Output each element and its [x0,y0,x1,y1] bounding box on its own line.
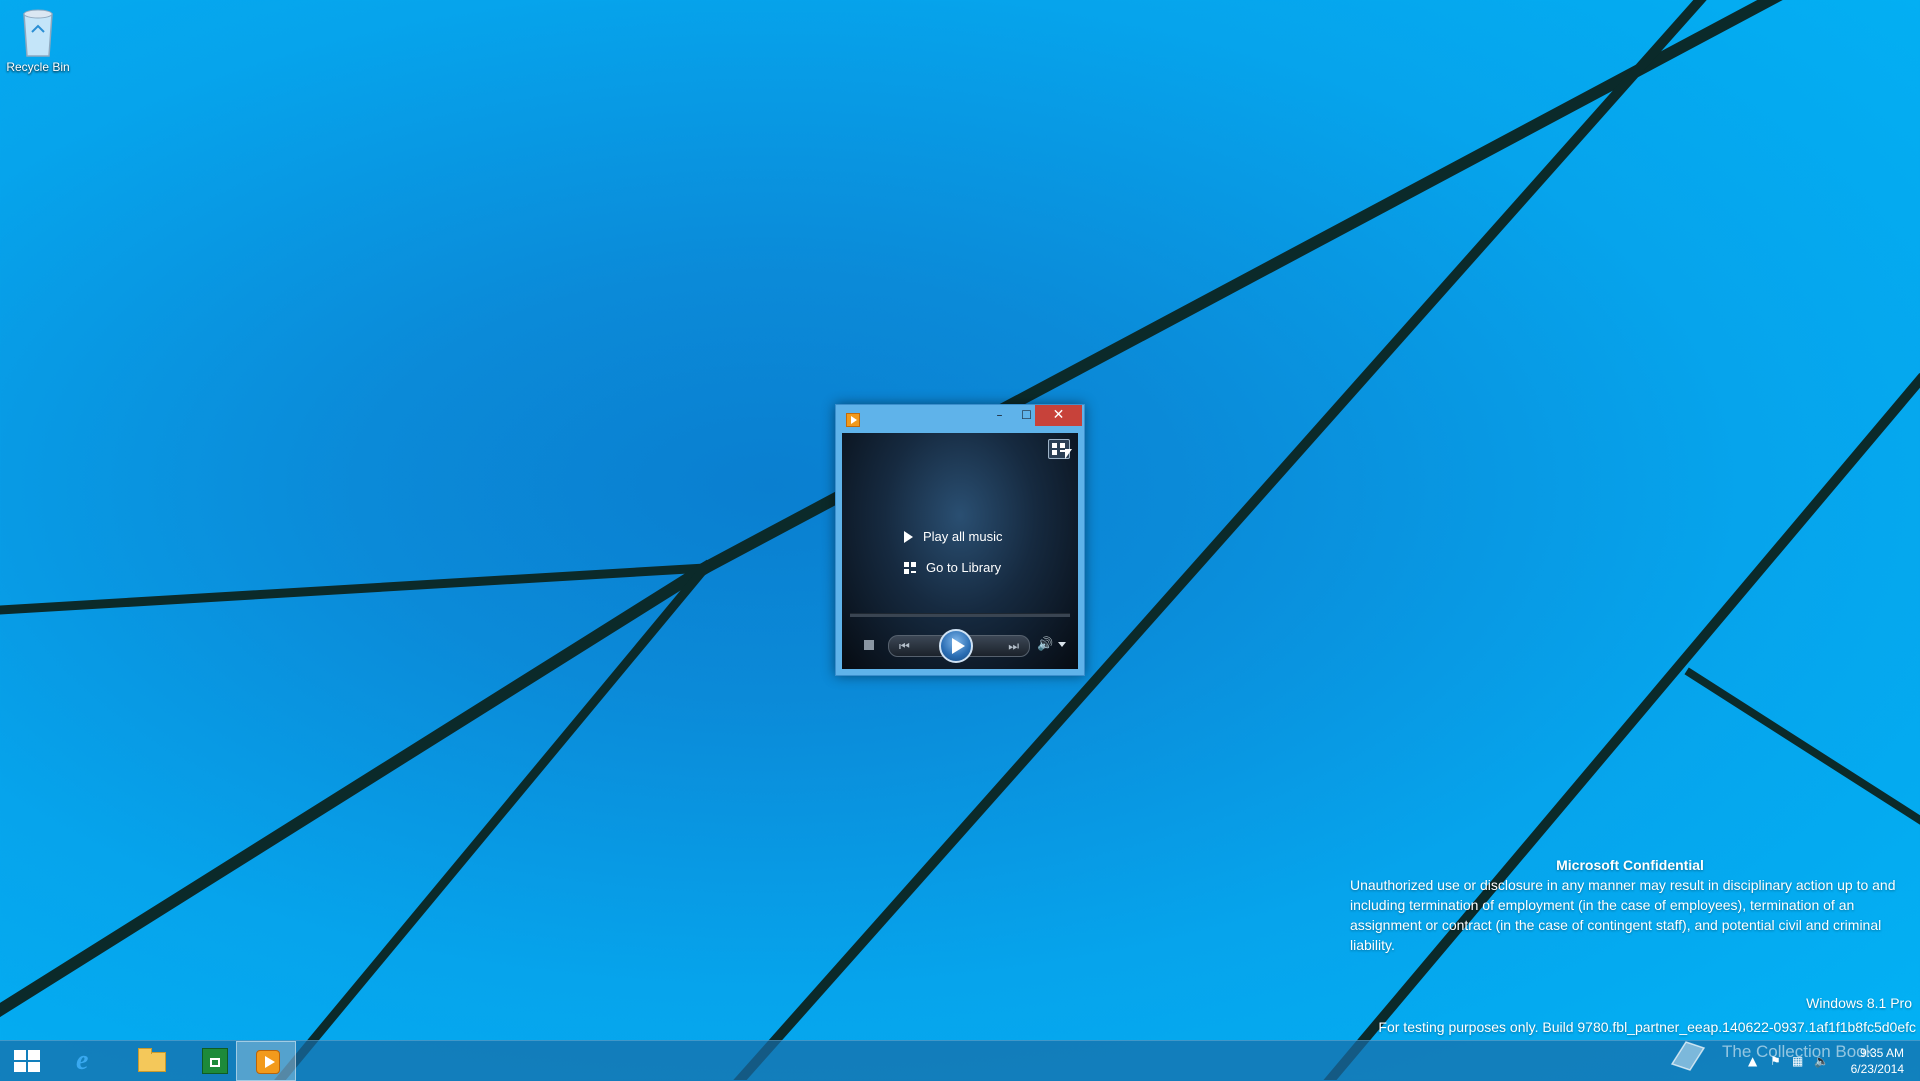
store-icon [202,1048,228,1074]
title-bar[interactable]: – ☐ ✕ [836,405,1084,431]
close-button[interactable]: ✕ [1035,405,1082,426]
media-player-window[interactable]: – ☐ ✕ Play all music Go to Library ⏮ ⏭ 🔊 [835,404,1085,676]
next-icon[interactable]: ⏭ [1008,639,1019,654]
windows-logo-icon [14,1050,40,1072]
play-small-icon [904,530,913,543]
taskbar-file-explorer[interactable] [122,1041,182,1081]
watermark-text: The Collection Book [1722,1042,1875,1061]
clock-date: 6/23/2014 [1850,1062,1904,1076]
confidential-notice: Microsoft Confidential Unauthorized use … [1350,855,1910,955]
taskbar: e ▲ ⚑ ▦ 🔈 9:35 AM 6/23/2014 [0,1040,1920,1081]
windows-edition: Windows 8.1 Pro [1806,995,1912,1011]
recycle-bin-icon [18,6,58,58]
library-icon [904,561,916,574]
previous-icon[interactable]: ⏮ [899,639,910,654]
media-player-app-icon[interactable] [846,413,860,427]
start-button[interactable] [0,1041,60,1081]
play-all-music-link[interactable]: Play all music [904,529,1002,544]
play-icon[interactable] [939,629,973,663]
taskbar-windows-media-player[interactable] [236,1041,296,1081]
minimize-button[interactable]: – [986,405,1013,426]
playback-controls: ⏮ ⏭ 🔊 [842,629,1078,663]
seek-bar[interactable] [850,613,1070,617]
play-all-music-label: Play all music [923,529,1003,544]
volume-dropdown-icon[interactable] [1058,642,1066,647]
taskbar-store[interactable] [184,1041,244,1081]
confidential-heading: Microsoft Confidential [1556,857,1704,873]
file-explorer-icon [138,1048,166,1072]
internet-explorer-icon: e [76,1045,89,1076]
windows-media-player-icon [256,1050,280,1074]
confidential-body: Unauthorized use or disclosure in any ma… [1350,877,1896,953]
recycle-bin-label: Recycle Bin [6,60,70,74]
volume-icon[interactable]: 🔊 [1037,637,1053,652]
stop-icon[interactable] [864,640,874,650]
go-to-library-link[interactable]: Go to Library [904,560,1001,575]
recycle-bin[interactable]: Recycle Bin [4,6,72,74]
mouse-cursor-icon [1065,449,1072,459]
now-playing-area: Play all music Go to Library ⏮ ⏭ 🔊 [842,433,1078,669]
go-to-library-label: Go to Library [926,560,1002,575]
watermark-book-icon [1670,1041,1706,1071]
taskbar-internet-explorer[interactable]: e [60,1041,120,1081]
build-string: For testing purposes only. Build 9780.fb… [1378,1019,1916,1035]
